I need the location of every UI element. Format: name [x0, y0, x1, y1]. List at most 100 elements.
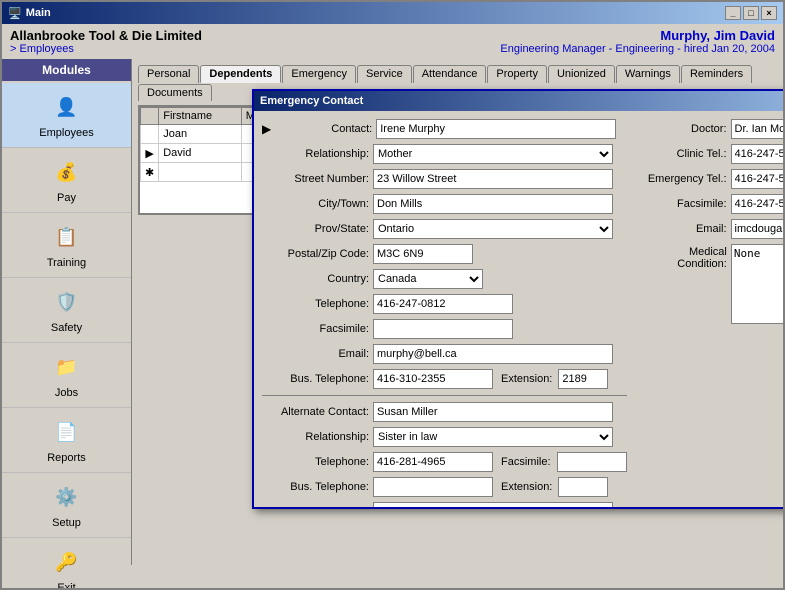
telephone-input[interactable] — [373, 294, 513, 314]
reports-icon: 📄 — [51, 416, 83, 448]
bus-tel-label: Bus. Telephone: — [274, 373, 369, 385]
contact-input[interactable] — [376, 119, 616, 139]
street-label: Street Number: — [274, 173, 369, 185]
medical-condition-row: Medical Condition: None — [637, 244, 783, 324]
tab-dependents[interactable]: Dependents — [200, 65, 281, 83]
tab-reminders[interactable]: Reminders — [681, 65, 752, 83]
fax-right-input[interactable] — [731, 194, 783, 214]
pay-icon: 💰 — [51, 156, 83, 188]
alt-email-input[interactable] — [373, 502, 613, 507]
sidebar-label-pay: Pay — [57, 192, 76, 204]
email-right-row: Email: — [637, 219, 783, 239]
clinic-tel-input[interactable] — [731, 144, 783, 164]
medical-condition-label: Medical Condition: — [637, 246, 727, 270]
street-row: Street Number: — [262, 169, 627, 189]
facsimile-input[interactable] — [373, 319, 513, 339]
firstname-input-1[interactable] — [163, 128, 237, 140]
minimize-button[interactable]: _ — [725, 6, 741, 20]
dialog-title-text: Emergency Contact — [260, 95, 363, 107]
sidebar-item-reports[interactable]: 📄 Reports — [2, 408, 131, 473]
postal-label: Postal/Zip Code: — [274, 248, 369, 260]
clinic-tel-row: Clinic Tel.: — [637, 144, 783, 164]
sidebar-item-employees[interactable]: 👤 Employees — [2, 83, 131, 148]
employees-icon: 👤 — [51, 91, 83, 123]
email-input[interactable] — [373, 344, 613, 364]
sidebar-item-exit[interactable]: 🔑 Exit — [2, 538, 131, 590]
alt-facsimile-input[interactable] — [557, 452, 627, 472]
tab-emergency[interactable]: Emergency — [282, 65, 356, 83]
prov-label: Prov/State: — [274, 223, 369, 235]
title-bar: 🖥️ Main _ □ × — [2, 2, 783, 24]
country-label: Country: — [274, 273, 369, 285]
alt-contact-input[interactable] — [373, 402, 613, 422]
country-select[interactable]: Canada — [373, 269, 483, 289]
tab-personal[interactable]: Personal — [138, 65, 199, 83]
employee-name: Murphy, Jim David — [500, 28, 775, 43]
contact-row: ▶ Contact: — [262, 119, 627, 139]
dialog-title-bar: Emergency Contact _ □ × — [254, 91, 783, 111]
close-button[interactable]: × — [761, 6, 777, 20]
sidebar-item-pay[interactable]: 💰 Pay — [2, 148, 131, 213]
bus-tel-input[interactable] — [373, 369, 493, 389]
clinic-tel-label: Clinic Tel.: — [637, 148, 727, 160]
main-window: 🖥️ Main _ □ × Allanbrooke Tool & Die Lim… — [0, 0, 785, 590]
alt-tel-label: Telephone: — [274, 456, 369, 468]
facsimile-row: Facsimile: — [262, 319, 627, 339]
alt-bus-tel-input[interactable] — [373, 477, 493, 497]
firstname-input-new[interactable] — [163, 166, 237, 178]
sidebar-label-jobs: Jobs — [55, 387, 78, 399]
alt-relationship-select[interactable]: Sister in law — [373, 427, 613, 447]
tab-property[interactable]: Property — [487, 65, 547, 83]
facsimile-label: Facsimile: — [274, 323, 369, 335]
company-name: Allanbrooke Tool & Die Limited — [10, 28, 202, 43]
alt-tel-input[interactable] — [373, 452, 493, 472]
extension-input[interactable] — [558, 369, 608, 389]
sidebar-label-training: Training — [47, 257, 86, 269]
sidebar-item-setup[interactable]: ⚙️ Setup — [2, 473, 131, 538]
telephone-label: Telephone: — [274, 298, 369, 310]
alt-ext-label: Extension: — [501, 481, 552, 493]
sidebar-item-training[interactable]: 📋 Training — [2, 213, 131, 278]
maximize-button[interactable]: □ — [743, 6, 759, 20]
window-icon: 🖥️ — [8, 7, 22, 20]
contact-label: Contact: — [277, 123, 372, 135]
alt-bus-tel-row: Bus. Telephone: Extension: — [262, 477, 627, 497]
bus-tel-row: Bus. Telephone: Extension: — [262, 369, 627, 389]
extension-label: Extension: — [501, 373, 552, 385]
doctor-input[interactable] — [731, 119, 783, 139]
street-input[interactable] — [373, 169, 613, 189]
sidebar-item-jobs[interactable]: 📁 Jobs — [2, 343, 131, 408]
alt-contact-row: Alternate Contact: — [262, 402, 627, 422]
email-right-input[interactable] — [731, 219, 783, 239]
firstname-input-2[interactable] — [163, 147, 237, 159]
prov-select[interactable]: Ontario — [373, 219, 613, 239]
tab-service[interactable]: Service — [357, 65, 412, 83]
sidebar-item-safety[interactable]: 🛡️ Safety — [2, 278, 131, 343]
dialog-body: ▶ Contact: Relationship: Mother — [254, 111, 783, 507]
postal-input[interactable] — [373, 244, 473, 264]
emerg-tel-row: Emergency Tel.: — [637, 169, 783, 189]
main-panel: Personal Dependents Emergency Service At… — [132, 59, 783, 565]
alt-ext-input[interactable] — [558, 477, 608, 497]
tab-documents[interactable]: Documents — [138, 84, 212, 101]
emerg-tel-input[interactable] — [731, 169, 783, 189]
sidebar-header: Modules — [2, 59, 131, 81]
section-divider — [262, 395, 627, 396]
jobs-icon: 📁 — [51, 351, 83, 383]
tab-attendance[interactable]: Attendance — [413, 65, 487, 83]
tab-warnings[interactable]: Warnings — [616, 65, 680, 83]
postal-row: Postal/Zip Code: — [262, 244, 627, 264]
content-area: Modules 👤 Employees 💰 Pay 📋 Training 🛡️ … — [2, 59, 783, 565]
telephone-row: Telephone: — [262, 294, 627, 314]
city-input[interactable] — [373, 194, 613, 214]
city-row: City/Town: — [262, 194, 627, 214]
relationship-select[interactable]: Mother — [373, 144, 613, 164]
doctor-label: Doctor: — [637, 123, 727, 135]
alt-tel-row: Telephone: Facsimile: — [262, 452, 627, 472]
alt-relationship-label: Relationship: — [274, 431, 369, 443]
breadcrumb[interactable]: > Employees — [10, 43, 202, 55]
tab-unionized[interactable]: Unionized — [548, 65, 615, 83]
alt-email-label: Email: — [274, 506, 369, 507]
sidebar-label-employees: Employees — [39, 127, 93, 139]
medical-condition-textarea[interactable]: None — [731, 244, 783, 324]
